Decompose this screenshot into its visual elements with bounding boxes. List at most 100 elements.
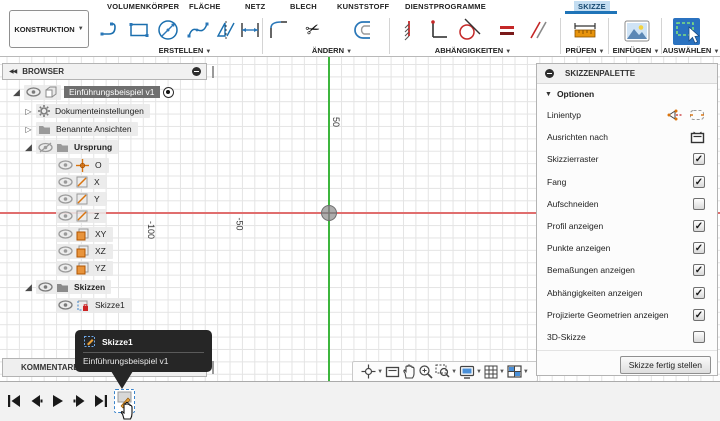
select-tool-icon[interactable] bbox=[671, 16, 701, 46]
row-label[interactable]: Skizze1 bbox=[92, 299, 128, 311]
browser-row-plane-yz[interactable]: YZ bbox=[56, 260, 113, 276]
aufschneiden-checkbox[interactable] bbox=[693, 197, 705, 210]
eye-icon[interactable] bbox=[58, 246, 73, 256]
collapsed-triangle-icon[interactable]: ▷ bbox=[24, 107, 33, 116]
zoom-button[interactable] bbox=[418, 364, 433, 379]
spline-tool-icon[interactable] bbox=[185, 17, 211, 43]
collapse-panel-icon[interactable]: ◀◀ bbox=[9, 68, 17, 75]
line-tool-icon[interactable] bbox=[98, 17, 124, 43]
mirror-tool-icon[interactable] bbox=[213, 17, 239, 43]
eye-icon[interactable] bbox=[58, 211, 73, 221]
row-label[interactable]: XY bbox=[92, 228, 109, 240]
row-label[interactable]: XZ bbox=[92, 245, 109, 257]
collapsed-triangle-icon[interactable]: ▷ bbox=[24, 125, 33, 134]
browser-row-plane-xz[interactable]: XZ bbox=[56, 243, 113, 259]
group-label-einfuegen[interactable]: EINFÜGEN ▼ bbox=[610, 46, 662, 56]
expand-triangle-icon[interactable]: ◢ bbox=[24, 142, 33, 152]
zoom-window-button[interactable]: ▼ bbox=[435, 364, 457, 379]
konstruktion-dropdown-button[interactable]: KONSTRUKTION ▼ bbox=[9, 10, 89, 48]
measure-tool-icon[interactable] bbox=[572, 17, 598, 43]
row-label[interactable]: Benannte Ansichten bbox=[54, 123, 134, 135]
expand-triangle-icon[interactable]: ◢ bbox=[24, 282, 33, 292]
fillet-tool-icon[interactable] bbox=[266, 17, 292, 43]
orbit-button[interactable]: ▼ bbox=[361, 364, 383, 379]
timeline-step-back-button[interactable] bbox=[29, 393, 43, 409]
eye-icon[interactable] bbox=[58, 177, 73, 187]
palette-section-optionen[interactable]: ▼ Optionen bbox=[537, 84, 717, 104]
dimension-tool-icon[interactable] bbox=[237, 17, 263, 43]
timeline-play-button[interactable] bbox=[51, 393, 65, 409]
row-label[interactable]: X bbox=[91, 176, 103, 188]
tab-dienstprogramme[interactable]: DIENSTPROGRAMME bbox=[401, 1, 490, 13]
viewports-button[interactable]: ▼ bbox=[507, 365, 529, 378]
group-label-abhaengigkeiten[interactable]: ABHÄNGIGKEITEN ▼ bbox=[425, 46, 521, 56]
tab-volumenkoerper[interactable]: VOLUMENKÖRPER bbox=[103, 1, 183, 13]
skizzierraster-checkbox[interactable]: ✓ bbox=[693, 153, 705, 166]
activate-component-radio[interactable] bbox=[162, 86, 174, 98]
row-label[interactable]: Z bbox=[91, 210, 102, 222]
look-at-button[interactable] bbox=[385, 365, 400, 378]
eye-off-icon[interactable] bbox=[38, 141, 53, 153]
close-panel-icon[interactable] bbox=[545, 69, 554, 78]
browser-row-skizzen[interactable]: ◢ Skizzen bbox=[24, 280, 112, 294]
grid-settings-button[interactable]: ▼ bbox=[484, 365, 505, 379]
browser-row-origin-point[interactable]: O bbox=[56, 157, 109, 173]
eye-icon[interactable] bbox=[58, 229, 73, 239]
browser-row-root[interactable]: ◢ Einführungsbeispiel v1 bbox=[12, 84, 174, 100]
browser-row-ursprung[interactable]: ◢ Ursprung bbox=[24, 140, 119, 154]
finish-sketch-button[interactable]: Skizze fertig stellen bbox=[619, 355, 711, 374]
display-settings-button[interactable]: ▼ bbox=[459, 365, 482, 379]
row-label[interactable]: Y bbox=[91, 193, 103, 205]
origin-marker[interactable] bbox=[320, 204, 338, 222]
eye-icon[interactable] bbox=[26, 87, 41, 97]
3d-skizze-checkbox[interactable] bbox=[693, 330, 705, 343]
browser-row-plane-xy[interactable]: XY bbox=[56, 226, 114, 242]
group-label-pruefen[interactable]: PRÜFEN ▼ bbox=[562, 46, 608, 56]
parallel-constraint-icon[interactable] bbox=[525, 17, 551, 43]
abhaengigkeiten-anzeigen-checkbox[interactable]: ✓ bbox=[693, 286, 705, 299]
pan-button[interactable] bbox=[402, 364, 416, 379]
row-label[interactable]: Skizzen bbox=[72, 281, 107, 293]
row-label[interactable]: YZ bbox=[92, 262, 109, 274]
look-at-icon[interactable] bbox=[690, 131, 705, 144]
rectangle-tool-icon[interactable] bbox=[126, 17, 152, 43]
browser-row-dokumenteinstellungen[interactable]: ▷ Dokumenteinstellungen bbox=[24, 104, 150, 118]
row-label[interactable]: O bbox=[92, 159, 105, 171]
linetype-construction-icon[interactable] bbox=[689, 108, 705, 122]
group-label-auswaehlen[interactable]: AUSWÄHLEN ▼ bbox=[662, 46, 720, 56]
circle-tool-icon[interactable] bbox=[155, 17, 181, 43]
expand-triangle-icon[interactable]: ◢ bbox=[12, 87, 21, 97]
group-label-erstellen[interactable]: ERSTELLEN ▼ bbox=[150, 46, 220, 56]
tab-kunststoff[interactable]: KUNSTSTOFF bbox=[333, 1, 393, 13]
linetype-spline-icon[interactable] bbox=[667, 108, 683, 122]
palette-header[interactable]: SKIZZENPALETTE bbox=[537, 64, 717, 84]
timeline-skip-end-button[interactable] bbox=[94, 393, 108, 409]
tangent-constraint-icon[interactable] bbox=[456, 17, 482, 43]
browser-row-skizze1[interactable]: Skizze1 bbox=[56, 297, 132, 313]
eye-icon[interactable] bbox=[38, 282, 53, 292]
bemassungen-anzeigen-checkbox[interactable]: ✓ bbox=[693, 264, 705, 277]
tab-flaeche[interactable]: FLÄCHE bbox=[185, 1, 225, 13]
timeline-skip-start-button[interactable] bbox=[7, 393, 21, 409]
panel-grip[interactable] bbox=[212, 361, 214, 374]
browser-panel-header[interactable]: ◀◀ BROWSER bbox=[2, 63, 207, 80]
browser-row-benannte-ansichten[interactable]: ▷ Benannte Ansichten bbox=[24, 122, 138, 136]
punkte-anzeigen-checkbox[interactable]: ✓ bbox=[693, 242, 705, 255]
browser-row-axis-y[interactable]: Y bbox=[56, 192, 107, 206]
document-root-label[interactable]: Einführungsbeispiel v1 bbox=[64, 86, 160, 98]
eye-icon[interactable] bbox=[58, 194, 73, 204]
fix-constraint-icon[interactable] bbox=[395, 17, 421, 43]
group-label-aendern[interactable]: ÄNDERN ▼ bbox=[300, 46, 364, 56]
eye-icon[interactable] bbox=[58, 160, 73, 170]
profil-anzeigen-checkbox[interactable]: ✓ bbox=[693, 220, 705, 233]
projizierte-geometrien-checkbox[interactable]: ✓ bbox=[693, 308, 705, 321]
trim-scissors-icon[interactable]: ✂ bbox=[300, 17, 326, 43]
panel-grip[interactable] bbox=[212, 66, 214, 78]
eye-icon[interactable] bbox=[58, 300, 73, 310]
browser-row-axis-z[interactable]: Z bbox=[56, 209, 107, 223]
tab-netz[interactable]: NETZ bbox=[241, 1, 269, 13]
tab-blech[interactable]: BLECH bbox=[286, 1, 321, 13]
browser-row-axis-x[interactable]: X bbox=[56, 175, 107, 189]
offset-tool-icon[interactable] bbox=[352, 17, 378, 43]
timeline-step-forward-button[interactable] bbox=[73, 393, 87, 409]
